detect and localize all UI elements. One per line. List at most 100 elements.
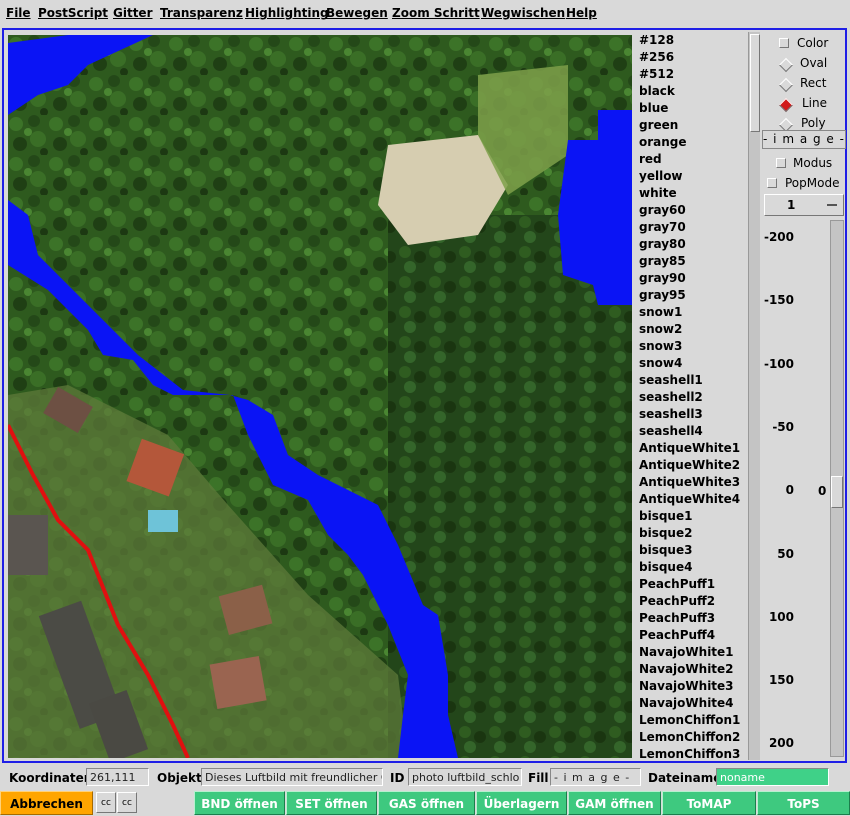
color-list-item[interactable]: bisque2 bbox=[636, 525, 746, 542]
popmode-checkbox[interactable] bbox=[767, 178, 777, 188]
color-list-item[interactable]: white bbox=[636, 185, 746, 202]
color-list-item[interactable]: AntiqueWhite3 bbox=[636, 474, 746, 491]
popmode-label: PopMode bbox=[785, 176, 840, 190]
color-list-item[interactable]: AntiqueWhite4 bbox=[636, 491, 746, 508]
aerial-photo bbox=[8, 35, 632, 758]
modus-toggle[interactable]: Modus bbox=[760, 154, 846, 174]
color-list-item[interactable]: snow3 bbox=[636, 338, 746, 355]
tool-rect[interactable]: Rect bbox=[760, 74, 846, 94]
color-list-item[interactable]: AntiqueWhite2 bbox=[636, 457, 746, 474]
menu-postscript[interactable]: PostScript bbox=[38, 6, 108, 20]
color-list-item[interactable]: #128 bbox=[636, 32, 746, 49]
tool-poly-label: Poly bbox=[801, 116, 826, 130]
menu-highlighting[interactable]: Highlighting bbox=[245, 6, 329, 20]
rect-radio[interactable] bbox=[778, 77, 794, 93]
dropdown-dash-icon[interactable] bbox=[827, 204, 837, 206]
color-list[interactable]: #128 #256 #512 black blue green orange red yello… bbox=[636, 32, 746, 760]
color-list-item[interactable]: snow4 bbox=[636, 355, 746, 372]
menu-transparenz[interactable]: Transparenz bbox=[160, 6, 243, 20]
modus-checkbox[interactable] bbox=[776, 158, 786, 168]
scale-tick-label: -200 bbox=[763, 230, 794, 244]
color-list-item[interactable]: bisque3 bbox=[636, 542, 746, 559]
menu-bar: File PostScript Gitter Transparenz Highl… bbox=[0, 0, 850, 26]
color-list-scroll-thumb[interactable] bbox=[750, 34, 760, 132]
map-canvas[interactable] bbox=[8, 35, 632, 758]
tops-button[interactable]: ToPS bbox=[757, 791, 850, 815]
color-list-item[interactable]: snow2 bbox=[636, 321, 746, 338]
koordinaten-field[interactable]: 261,111 bbox=[86, 768, 149, 786]
color-list-item[interactable]: orange bbox=[636, 134, 746, 151]
id-label: ID bbox=[390, 771, 405, 785]
color-list-item[interactable]: gray60 bbox=[636, 202, 746, 219]
color-list-item[interactable]: green bbox=[636, 117, 746, 134]
color-list-item[interactable]: LemonChiffon2 bbox=[636, 729, 746, 746]
color-list-item[interactable]: seashell1 bbox=[636, 372, 746, 389]
color-checkbox[interactable] bbox=[779, 38, 789, 48]
menu-file[interactable]: File bbox=[6, 6, 31, 20]
tomap-button[interactable]: ToMAP bbox=[662, 791, 756, 815]
fill-label: Fill bbox=[528, 771, 549, 785]
step-selector[interactable]: 1 bbox=[764, 194, 844, 216]
color-list-item[interactable]: PeachPuff3 bbox=[636, 610, 746, 627]
color-list-item[interactable]: red bbox=[636, 151, 746, 168]
menu-help[interactable]: Help bbox=[566, 6, 597, 20]
tool-oval[interactable]: Oval bbox=[760, 54, 846, 74]
menu-bewegen[interactable]: Bewegen bbox=[326, 6, 388, 20]
tool-color-label: Color bbox=[797, 36, 829, 50]
color-list-item[interactable]: seashell4 bbox=[636, 423, 746, 440]
color-list-item[interactable]: bisque1 bbox=[636, 508, 746, 525]
color-list-item[interactable]: NavajoWhite1 bbox=[636, 644, 746, 661]
color-list-item[interactable]: bisque4 bbox=[636, 559, 746, 576]
color-list-item[interactable]: PeachPuff1 bbox=[636, 576, 746, 593]
cc-icon-2[interactable]: cc bbox=[117, 792, 137, 813]
tool-color[interactable]: Color bbox=[760, 34, 846, 54]
scale-tick-label: 50 bbox=[777, 546, 794, 561]
tool-line-label: Line bbox=[802, 96, 828, 110]
menu-wegwischen[interactable]: Wegwischen bbox=[481, 6, 565, 20]
color-list-item[interactable]: gray80 bbox=[636, 236, 746, 253]
step-value: 1 bbox=[787, 198, 796, 212]
offset-slider-thumb[interactable] bbox=[831, 476, 843, 508]
objekt-field[interactable]: Dieses Luftbild mit freundlicher G bbox=[201, 768, 383, 786]
color-list-scrollbar[interactable] bbox=[748, 32, 760, 760]
color-list-item[interactable]: LemonChiffon1 bbox=[636, 712, 746, 729]
dateiname-field[interactable]: noname bbox=[716, 768, 829, 786]
color-list-item[interactable]: NavajoWhite3 bbox=[636, 678, 746, 695]
color-list-item[interactable]: PeachPuff4 bbox=[636, 627, 746, 644]
color-list-item[interactable]: gray90 bbox=[636, 270, 746, 287]
gas-open-button[interactable]: GAS öffnen bbox=[378, 791, 475, 815]
color-list-item[interactable]: NavajoWhite4 bbox=[636, 695, 746, 712]
abbrechen-button[interactable]: Abbrechen bbox=[0, 791, 93, 815]
color-list-item[interactable]: #512 bbox=[636, 66, 746, 83]
dateiname-label: Dateiname bbox=[648, 771, 722, 785]
color-list-item[interactable]: blue bbox=[636, 100, 746, 117]
gam-open-button[interactable]: GAM öffnen bbox=[568, 791, 661, 815]
color-list-item[interactable]: snow1 bbox=[636, 304, 746, 321]
oval-radio[interactable] bbox=[778, 57, 794, 73]
cc-icon-1[interactable]: cc bbox=[96, 792, 116, 813]
tool-line[interactable]: Line bbox=[760, 94, 846, 114]
color-list-item[interactable]: black bbox=[636, 83, 746, 100]
line-radio[interactable] bbox=[778, 97, 794, 113]
fill-field[interactable]: - i m a g e - bbox=[550, 768, 641, 786]
color-list-item[interactable]: LemonChiffon3 bbox=[636, 746, 746, 760]
menu-gitter[interactable]: Gitter bbox=[113, 6, 153, 20]
popmode-toggle[interactable]: PopMode bbox=[760, 174, 846, 194]
color-list-item[interactable]: #256 bbox=[636, 49, 746, 66]
status-bar: Koordinaten 261,111 Objekt Dieses Luftbi… bbox=[0, 766, 850, 790]
color-list-item[interactable]: seashell2 bbox=[636, 389, 746, 406]
id-field[interactable]: photo luftbild_schlo bbox=[408, 768, 522, 786]
color-list-item[interactable]: gray70 bbox=[636, 219, 746, 236]
color-list-item[interactable]: gray95 bbox=[636, 287, 746, 304]
color-list-item[interactable]: seashell3 bbox=[636, 406, 746, 423]
bnd-open-button[interactable]: BND öffnen bbox=[194, 791, 285, 815]
color-list-item[interactable]: PeachPuff2 bbox=[636, 593, 746, 610]
color-list-item[interactable]: gray85 bbox=[636, 253, 746, 270]
ueberlagern-button[interactable]: Überlagern bbox=[476, 791, 567, 815]
menu-zoom-schritt[interactable]: Zoom Schritt bbox=[392, 6, 480, 20]
scale-tick-label: -150 bbox=[763, 293, 794, 308]
color-list-item[interactable]: NavajoWhite2 bbox=[636, 661, 746, 678]
color-list-item[interactable]: AntiqueWhite1 bbox=[636, 440, 746, 457]
color-list-item[interactable]: yellow bbox=[636, 168, 746, 185]
set-open-button[interactable]: SET öffnen bbox=[286, 791, 377, 815]
